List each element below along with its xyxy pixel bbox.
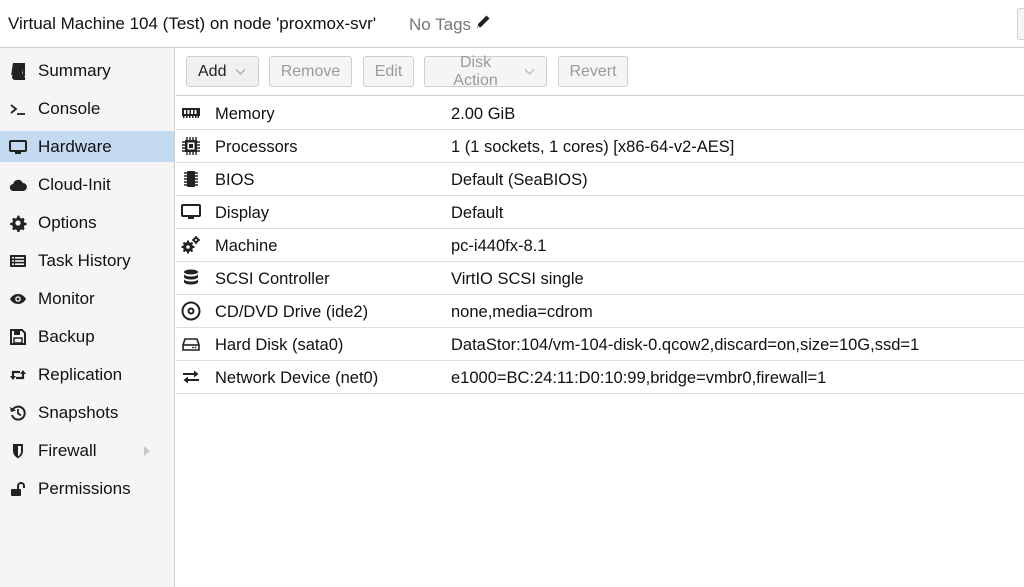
table-row[interactable]: Hard Disk (sata0) DataStor:104/vm-104-di…: [176, 328, 1024, 361]
sidebar-item-label: Hardware: [38, 136, 112, 156]
sidebar-item-label: Options: [38, 212, 97, 232]
sidebar-item-label: Snapshots: [38, 402, 119, 422]
cdrom-icon: [180, 301, 202, 321]
hardware-value: e1000=BC:24:11:D0:10:99,bridge=vmbr0,fir…: [451, 369, 827, 387]
hardware-value: Default (SeaBIOS): [451, 171, 588, 189]
hardware-value: VirtIO SCSI single: [451, 270, 584, 288]
table-row[interactable]: CD/DVD Drive (ide2) none,media=cdrom: [176, 295, 1024, 328]
disk-action-button-label: Disk Action: [453, 53, 498, 89]
chip-icon: [180, 169, 202, 189]
tags-label: No Tags: [409, 14, 472, 34]
hardware-value: none,media=cdrom: [451, 303, 593, 321]
revert-button[interactable]: Revert: [558, 56, 628, 87]
remove-button-label: Remove: [280, 62, 341, 80]
sidebar-item-label: Permissions: [38, 478, 131, 498]
sidebar-item-cloud-init[interactable]: Cloud-Init: [0, 169, 174, 200]
sidebar-item-label: Monitor: [38, 288, 95, 308]
hardware-toolbar: Add Remove Edit Disk Action Revert: [176, 48, 1024, 96]
memory-icon: [180, 103, 202, 123]
sidebar-item-backup[interactable]: Backup: [0, 321, 174, 352]
chevron-down-icon: [236, 69, 246, 75]
add-button[interactable]: Add: [186, 56, 259, 87]
hardware-name: CD/DVD Drive (ide2): [215, 303, 369, 321]
unlock-icon: [8, 479, 28, 499]
table-row[interactable]: Machine pc-i440fx-8.1: [176, 229, 1024, 262]
header-action-button[interactable]: [1017, 8, 1024, 40]
list-icon: [8, 251, 28, 271]
hardware-value: DataStor:104/vm-104-disk-0.qcow2,discard…: [451, 336, 920, 354]
sidebar-item-label: Backup: [38, 326, 95, 346]
table-row[interactable]: Processors 1 (1 sockets, 1 cores) [x86-6…: [176, 130, 1024, 163]
expand-arrow-icon[interactable]: [144, 445, 150, 456]
edit-button-label: Edit: [374, 62, 403, 80]
hardware-name: Processors: [215, 138, 298, 156]
sidebar-item-label: Console: [38, 98, 101, 118]
desktop-icon: [180, 202, 202, 222]
retweet-icon: [8, 365, 28, 385]
sidebar-item-replication[interactable]: Replication: [0, 359, 174, 390]
table-row[interactable]: Network Device (net0) e1000=BC:24:11:D0:…: [176, 361, 1024, 394]
disk-action-button[interactable]: Disk Action: [424, 53, 547, 89]
hardware-value: pc-i440fx-8.1: [451, 237, 547, 255]
hardware-name: BIOS: [215, 171, 255, 189]
desktop-icon: [8, 137, 28, 157]
hardware-grid: Memory 2.00 GiB Processors 1 (1 sockets,…: [176, 97, 1024, 394]
hardware-value: 2.00 GiB: [451, 105, 516, 123]
pencil-icon[interactable]: [475, 14, 491, 35]
hardware-name: SCSI Controller: [215, 270, 330, 288]
table-row[interactable]: SCSI Controller VirtIO SCSI single: [176, 262, 1024, 295]
gear-icon: [8, 213, 28, 233]
hardware-name: Display: [215, 204, 270, 222]
sidebar-item-monitor[interactable]: Monitor: [0, 283, 174, 314]
database-icon: [180, 268, 202, 288]
tags-editor[interactable]: No Tags: [409, 14, 491, 35]
book-icon: [8, 61, 28, 81]
floppy-icon: [8, 327, 28, 347]
eye-icon: [8, 289, 28, 309]
sidebar-item-summary[interactable]: Summary: [0, 55, 174, 86]
hardware-name: Hard Disk (sata0): [215, 336, 344, 354]
add-button-label: Add: [198, 62, 227, 80]
sidebar-item-firewall[interactable]: Firewall: [0, 435, 174, 466]
sidebar-item-label: Summary: [38, 60, 111, 80]
sidebar-item-label: Replication: [38, 364, 123, 384]
cloud-icon: [8, 175, 28, 195]
sidebar-item-label: Firewall: [38, 440, 97, 460]
exchange-icon: [180, 367, 202, 387]
sidebar-nav: Summary Console Hardware Cloud-Init Opti…: [0, 48, 175, 587]
history-icon: [8, 403, 28, 423]
hardware-value: Default: [451, 204, 504, 222]
sidebar-item-options[interactable]: Options: [0, 207, 174, 238]
hdd-icon: [180, 334, 202, 354]
table-row[interactable]: Display Default: [176, 196, 1024, 229]
terminal-icon: [8, 99, 28, 119]
hardware-name: Machine: [215, 237, 278, 255]
sidebar-item-label: Cloud-Init: [38, 174, 111, 194]
table-row[interactable]: BIOS Default (SeaBIOS): [176, 163, 1024, 196]
page-title: Virtual Machine 104 (Test) on node 'prox…: [8, 14, 377, 33]
hardware-value: 1 (1 sockets, 1 cores) [x86-64-v2-AES]: [451, 138, 735, 156]
sidebar-item-permissions[interactable]: Permissions: [0, 473, 174, 504]
sidebar-item-console[interactable]: Console: [0, 93, 174, 124]
sidebar-item-label: Task History: [38, 250, 131, 270]
sidebar-item-task-history[interactable]: Task History: [0, 245, 174, 276]
shield-icon: [8, 441, 28, 461]
cogs-icon: [180, 235, 202, 255]
chevron-down-icon: [524, 69, 535, 75]
hardware-name: Network Device (net0): [215, 369, 379, 387]
revert-button-label: Revert: [569, 62, 617, 80]
sidebar-item-snapshots[interactable]: Snapshots: [0, 397, 174, 428]
sidebar-item-hardware[interactable]: Hardware: [0, 131, 174, 162]
edit-button[interactable]: Edit: [363, 56, 414, 87]
header-bar: Virtual Machine 104 (Test) on node 'prox…: [0, 0, 1024, 48]
table-row[interactable]: Memory 2.00 GiB: [176, 97, 1024, 130]
cpu-icon: [180, 136, 202, 156]
hardware-name: Memory: [215, 105, 275, 123]
remove-button[interactable]: Remove: [269, 56, 352, 87]
